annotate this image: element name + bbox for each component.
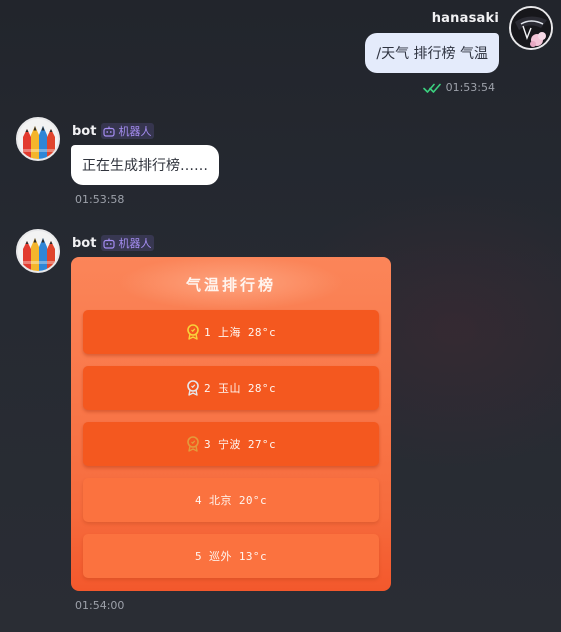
bot-header: bot 机器人: [72, 234, 155, 252]
bot-avatar[interactable]: [16, 117, 60, 161]
double-check-icon: [422, 82, 441, 94]
ranking-row: 3 宁波 27°c: [83, 422, 379, 466]
bot-message-bubble[interactable]: 正在生成排行榜……: [71, 145, 219, 185]
outgoing-message-bubble[interactable]: /天气 排行榜 气温: [365, 33, 499, 73]
ranking-image[interactable]: 气温排行榜 1 上海 28°c 2 玉山 28°c 3 宁波 27°c 4 北京…: [71, 257, 391, 591]
ranking-row-text: 4 北京 20°c: [195, 494, 267, 507]
bot-badge: 机器人: [101, 123, 155, 139]
ranking-row: 5 巡外 13°c: [83, 534, 379, 578]
gold-medal-icon: [186, 324, 200, 340]
bronze-medal-icon: [186, 436, 200, 452]
bot-header: bot 机器人: [72, 122, 155, 140]
silver-medal-icon: [186, 380, 200, 396]
sender-name: hanasaki: [431, 11, 499, 26]
outgoing-message-meta: 01:53:54: [422, 81, 495, 94]
message-timestamp: 01:53:58: [75, 193, 125, 206]
ranking-row-text: 3 宁波 27°c: [204, 438, 276, 451]
bot-name: bot: [72, 123, 97, 139]
ranking-row-text: 5 巡外 13°c: [195, 550, 267, 563]
robot-icon: [103, 126, 116, 137]
robot-icon: [103, 238, 116, 249]
bot-avatar[interactable]: [16, 229, 60, 273]
user-avatar[interactable]: [509, 6, 553, 50]
bot-name: bot: [72, 235, 97, 251]
ranking-title: 气温排行榜: [185, 276, 276, 294]
bot-badge-label: 机器人: [118, 237, 152, 250]
message-timestamp: 01:53:54: [445, 81, 495, 94]
bot-badge-label: 机器人: [118, 125, 152, 138]
ranking-row-text: 2 玉山 28°c: [204, 382, 276, 395]
ranking-row: 2 玉山 28°c: [83, 366, 379, 410]
ranking-row-text: 1 上海 28°c: [204, 326, 276, 339]
bot-badge: 机器人: [101, 235, 155, 251]
message-timestamp: 01:54:00: [75, 599, 125, 612]
ranking-row: 4 北京 20°c: [83, 478, 379, 522]
ranking-row: 1 上海 28°c: [83, 310, 379, 354]
